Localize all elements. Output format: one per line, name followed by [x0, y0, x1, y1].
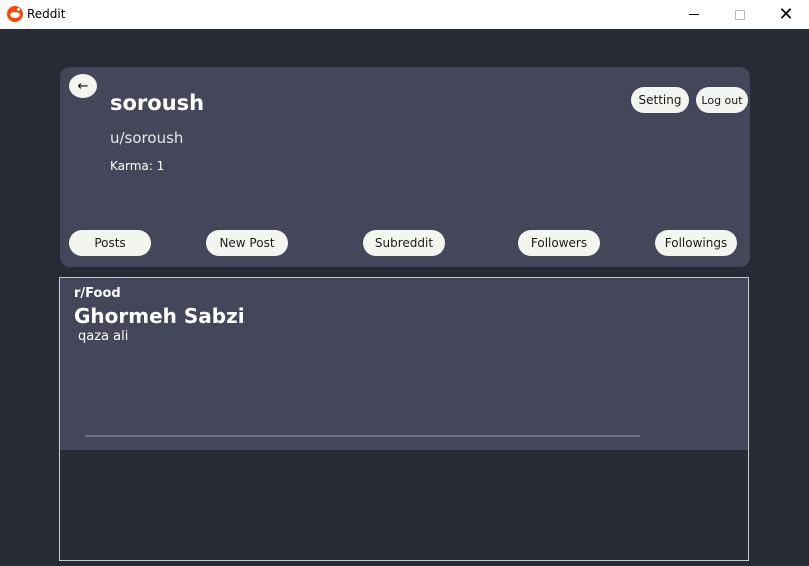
- close-button[interactable]: ✕: [763, 0, 809, 29]
- window-titlebar: Reddit ✕: [0, 0, 809, 29]
- setting-button[interactable]: Setting: [631, 87, 689, 113]
- followers-button[interactable]: Followers: [518, 230, 600, 256]
- post-divider: [85, 435, 640, 437]
- profile-username: soroush: [110, 91, 205, 115]
- posts-list[interactable]: r/Food Ghormeh Sabzi qaza ali: [59, 277, 749, 561]
- new-post-button[interactable]: New Post: [206, 230, 288, 256]
- subreddit-button[interactable]: Subreddit: [363, 230, 445, 256]
- minimize-button[interactable]: [671, 0, 717, 29]
- close-icon: ✕: [778, 4, 794, 25]
- maximize-icon: [735, 9, 745, 20]
- minimize-icon: [689, 14, 699, 15]
- back-button[interactable]: ←: [69, 74, 97, 98]
- post-card[interactable]: r/Food Ghormeh Sabzi qaza ali: [60, 278, 748, 450]
- followings-button[interactable]: Followings: [655, 230, 737, 256]
- profile-karma: Karma: 1: [110, 159, 165, 173]
- logout-button[interactable]: Log out: [696, 87, 748, 113]
- post-subreddit[interactable]: r/Food: [74, 286, 121, 301]
- profile-handle: u/soroush: [110, 129, 184, 147]
- posts-button[interactable]: Posts: [69, 230, 151, 256]
- reddit-logo-icon: [7, 6, 23, 22]
- post-body: qaza ali: [78, 329, 129, 344]
- post-title: Ghormeh Sabzi: [74, 304, 245, 328]
- maximize-button[interactable]: [717, 0, 763, 29]
- profile-card: ← soroush u/soroush Karma: 1 Setting Log…: [60, 67, 750, 267]
- arrow-left-icon: ←: [77, 78, 89, 94]
- window-title: Reddit: [27, 7, 66, 21]
